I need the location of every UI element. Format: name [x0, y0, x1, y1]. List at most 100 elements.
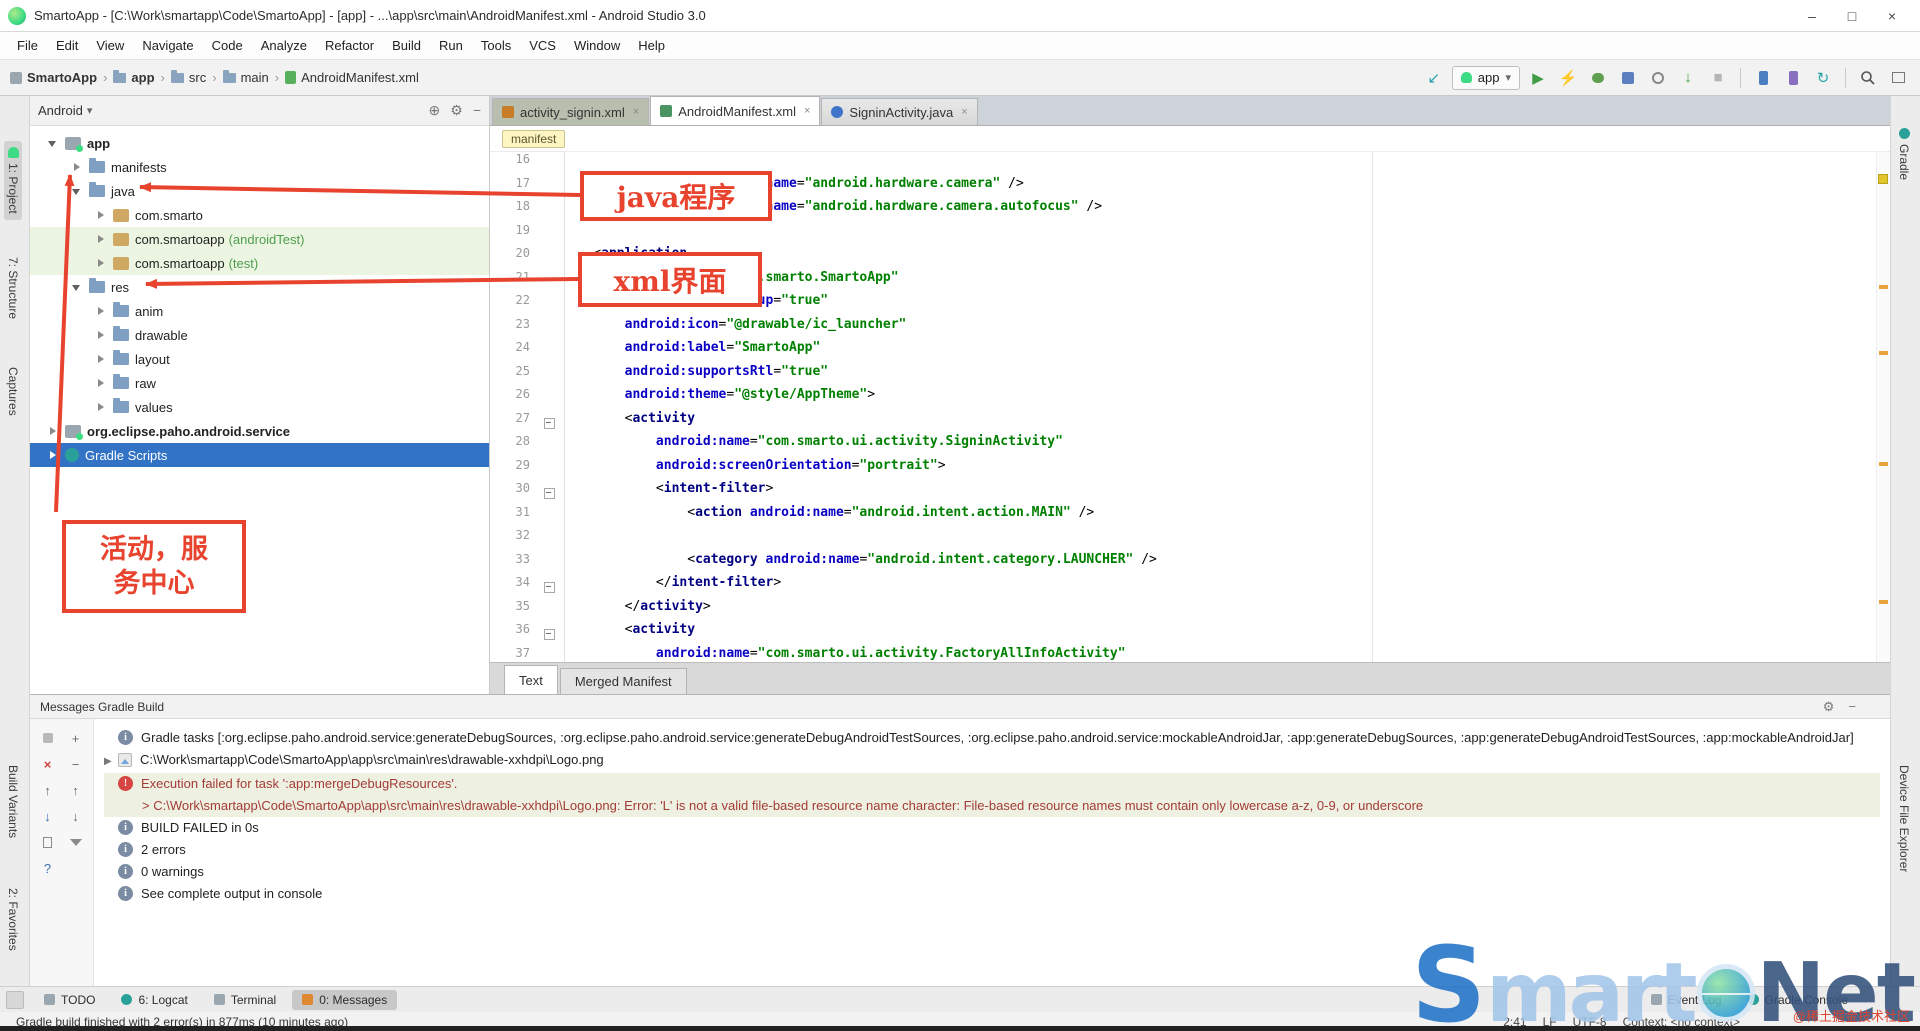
fold-marker[interactable]	[536, 575, 562, 599]
tree-item-values[interactable]: values	[30, 395, 489, 419]
attach-debugger-icon[interactable]: ↙	[1422, 66, 1446, 90]
tree-item-com-smartoapp-androidtest[interactable]: com.smartoapp (androidTest)	[30, 227, 489, 251]
expand-toggle-icon[interactable]	[94, 352, 108, 366]
maximize-button[interactable]: □	[1832, 1, 1872, 31]
warning-stripe-mark[interactable]	[1879, 351, 1888, 355]
tool-button-todo[interactable]: TODO	[34, 990, 105, 1010]
hide-panel-icon[interactable]: −	[473, 102, 481, 119]
code-text[interactable]: android:name="com.smarto.ui.activity.Fac…	[562, 646, 1126, 663]
search-everywhere-icon[interactable]	[1856, 66, 1880, 90]
expand-toggle-icon[interactable]	[94, 256, 108, 270]
tree-item-com-smartoapp-test[interactable]: com.smartoapp (test)	[30, 251, 489, 275]
help-icon[interactable]: ?	[34, 855, 62, 881]
apply-changes-icon[interactable]: ⚡	[1556, 66, 1580, 90]
export-icon[interactable]	[34, 829, 62, 855]
expand-toggle-icon[interactable]	[94, 376, 108, 390]
menu-window[interactable]: Window	[565, 34, 629, 57]
last-message-icon[interactable]: ↓	[62, 803, 90, 829]
menu-navigate[interactable]: Navigate	[133, 34, 202, 57]
breadcrumb-src[interactable]: src	[170, 69, 206, 85]
debug-icon[interactable]	[1586, 66, 1610, 90]
tab-merged-manifest[interactable]: Merged Manifest	[559, 668, 687, 694]
code-text[interactable]: <action android:name="android.intent.act…	[562, 505, 1094, 529]
attach-process-icon[interactable]: ↓	[1676, 66, 1700, 90]
menu-file[interactable]: File	[8, 34, 47, 57]
expand-toggle-icon[interactable]	[70, 280, 84, 294]
tool-button-gradle[interactable]: Gradle	[1895, 122, 1913, 186]
run-button[interactable]: ▶	[1526, 66, 1550, 90]
breadcrumb-file[interactable]: AndroidManifest.xml	[285, 70, 419, 85]
tree-item-layout[interactable]: layout	[30, 347, 489, 371]
expand-toggle-icon[interactable]	[94, 208, 108, 222]
tree-item-drawable[interactable]: drawable	[30, 323, 489, 347]
coverage-icon[interactable]	[1616, 66, 1640, 90]
tool-button-terminal[interactable]: Terminal	[204, 990, 286, 1010]
tree-item-gradle-scripts[interactable]: Gradle Scripts	[30, 443, 489, 467]
expand-toggle-icon[interactable]	[94, 304, 108, 318]
chevron-down-icon[interactable]: ▾	[87, 104, 93, 117]
fold-marker[interactable]	[536, 411, 562, 435]
code-text[interactable]: <category android:name="android.intent.c…	[562, 552, 1157, 576]
tool-button-project[interactable]: 1: Project	[4, 141, 22, 220]
breadcrumb-manifest-tag[interactable]: manifest	[502, 129, 566, 148]
project-view-selector[interactable]: Android	[38, 103, 83, 118]
expand-toggle-icon[interactable]	[94, 232, 108, 246]
menu-tools[interactable]: Tools	[472, 34, 520, 57]
code-text[interactable]: android:icon="@drawable/ic_launcher"	[562, 317, 907, 341]
close-icon[interactable]: ×	[633, 106, 639, 118]
expand-toggle-icon[interactable]: ▶	[104, 751, 118, 771]
rerun-icon[interactable]	[34, 725, 62, 751]
collapse-all-icon[interactable]: −	[62, 751, 90, 777]
tree-item-com-smarto[interactable]: com.smarto	[30, 203, 489, 227]
menu-run[interactable]: Run	[430, 34, 472, 57]
menu-edit[interactable]: Edit	[47, 34, 87, 57]
code-text[interactable]: </intent-filter>	[562, 575, 781, 599]
tool-button-logcat[interactable]: 6: Logcat	[111, 990, 197, 1010]
message-row-logo-png[interactable]: ▶ C:\Work\smartapp\Code\SmartoApp\app\src…	[104, 749, 1880, 773]
tree-item-anim[interactable]: anim	[30, 299, 489, 323]
avd-manager-icon[interactable]	[1781, 66, 1805, 90]
code-text[interactable]: android:name="com.smarto.ui.activity.Sig…	[562, 434, 1063, 458]
menu-help[interactable]: Help	[629, 34, 674, 57]
fold-marker[interactable]	[536, 481, 562, 505]
tool-window-layout-icon[interactable]	[1886, 66, 1910, 90]
tree-item-app[interactable]: app	[30, 131, 489, 155]
run-configuration-selector[interactable]: app ▾	[1451, 65, 1520, 90]
expand-toggle-icon[interactable]	[70, 160, 84, 174]
code-text[interactable]: <activity	[562, 622, 695, 646]
tool-button-event-log[interactable]: Event Log	[1641, 990, 1732, 1010]
menu-code[interactable]: Code	[203, 34, 252, 57]
hide-panel-icon[interactable]: −	[1848, 699, 1856, 715]
message-row-gradle-tasks[interactable]: i Gradle tasks [:org.eclipse.paho.android…	[104, 727, 1880, 749]
warning-stripe-mark[interactable]	[1879, 600, 1888, 604]
breadcrumb-app[interactable]: app	[113, 69, 155, 85]
code-text[interactable]: <intent-filter>	[562, 481, 773, 505]
file-status-marker[interactable]	[1878, 174, 1888, 184]
breadcrumb-project[interactable]: SmartoApp	[10, 70, 97, 85]
expand-toggle-icon[interactable]	[70, 184, 84, 198]
code-editor[interactable]: 16 17 <uses-feature android:name="androi…	[490, 152, 1876, 662]
menu-analyze[interactable]: Analyze	[252, 34, 316, 57]
code-text[interactable]: android:theme="@style/AppTheme">	[562, 387, 875, 411]
gear-icon[interactable]: ⚙	[1823, 699, 1835, 715]
expand-toggle-icon[interactable]	[46, 136, 60, 150]
code-text[interactable]: android:screenOrientation="portrait">	[562, 458, 946, 482]
code-text[interactable]: android:label="SmartoApp"	[562, 340, 821, 364]
filter-icon[interactable]	[62, 829, 90, 855]
close-icon[interactable]: ×	[34, 751, 62, 777]
message-row-see-output[interactable]: i See complete output in console	[104, 883, 1880, 905]
menu-build[interactable]: Build	[383, 34, 430, 57]
previous-message-icon[interactable]: ↑	[34, 777, 62, 803]
expand-toggle-icon[interactable]	[46, 424, 60, 438]
next-message-icon[interactable]: ↓	[34, 803, 62, 829]
tab-androidmanifest-xml[interactable]: AndroidManifest.xml ×	[650, 96, 821, 125]
message-row-build-failed[interactable]: i BUILD FAILED in 0s	[104, 817, 1880, 839]
tool-button-device-file-explorer[interactable]: Device File Explorer	[1895, 759, 1913, 878]
sync-project-icon[interactable]: ↻	[1811, 66, 1835, 90]
close-icon[interactable]: ×	[804, 105, 810, 117]
tab-signinactivity-java[interactable]: SigninActivity.java ×	[821, 98, 978, 125]
message-row-warnings-count[interactable]: i 0 warnings	[104, 861, 1880, 883]
tree-item-raw[interactable]: raw	[30, 371, 489, 395]
message-row-errors-count[interactable]: i 2 errors	[104, 839, 1880, 861]
tab-text[interactable]: Text	[504, 665, 558, 694]
